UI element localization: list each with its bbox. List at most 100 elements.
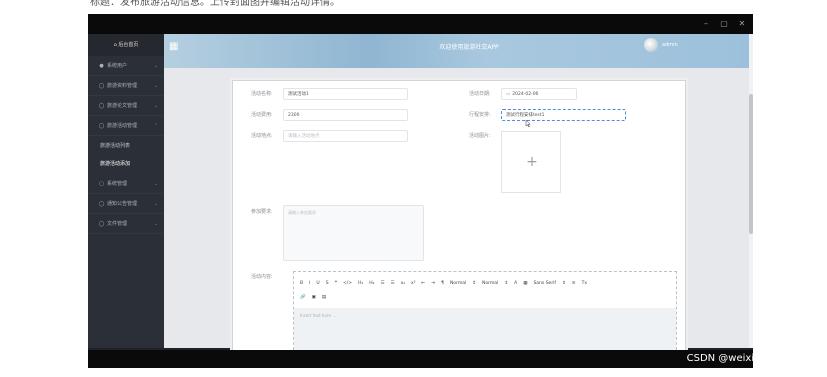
sidebar-item-notice-management[interactable]: ◯ 通知公告管理 ⌄ [88,194,164,214]
text-color-button[interactable]: A [514,281,517,286]
chevron-down-icon: ⌄ [153,221,158,227]
sidebar-item-label: 旅游论文管理 [107,103,138,109]
scrollbar-thumb[interactable] [749,94,753,234]
bottom-bar [88,350,753,368]
chevron-down-icon: ⌄ [153,83,158,89]
circle-icon: ◯ [98,221,105,227]
sidebar-item-system-management[interactable]: ▢ 系统管理 ⌄ [88,174,164,194]
label-activity-cost: 活动费用: [251,112,273,118]
chevron-down-icon: ⌄ [153,63,158,69]
circle-icon: ◯ [98,103,105,109]
sidebar-subitem-activity-add[interactable]: 旅游活动添加 [88,155,164,173]
label-itinerary: 行程安排: [469,112,491,118]
title-bar: – ▢ ✕ [88,14,753,34]
main-content: 活动名称: 测试活动1 活动日期: ▭ 2024-02-06 活动费用: 2300… [164,68,753,355]
mouse-cursor-icon [525,119,531,128]
sidebar-home[interactable]: ⌂ 后台首页 [88,34,164,56]
home-icon: ⌂ [113,42,117,48]
circle-icon: ◯ [98,201,105,207]
blockquote-button[interactable]: ❞ [335,281,337,286]
editor-toolbar-row-2: 🔗 ▣ ▤ [300,292,332,303]
header1-button[interactable]: H₁ [358,281,363,286]
requirements-textarea[interactable]: 请输入参加要求 [283,205,424,261]
code-block-button[interactable]: </> [343,281,352,286]
chevron-down-icon: ⌄ [153,201,158,207]
sidebar-home-label: 后台首页 [118,42,139,48]
activity-form-panel: 活动名称: 测试活动1 活动日期: ▭ 2024-02-06 活动费用: 2300… [232,80,686,355]
sidebar: ⌂ 后台首页 ● 系统用户 ⌄ ◯ 旅游资料管理 ⌄ ◯ 旅游论文管理 ⌄ ◯ 旅游活动… [88,34,164,348]
header-select-arrow-icon: ⇕ [504,281,509,286]
watermark: CSDN @weixin_ZYKJ985 [686,353,807,364]
sidebar-item-label: 旅游活动管理 [107,123,138,129]
outdent-button[interactable]: ⇤ [422,281,426,286]
close-button[interactable]: ✕ [735,17,749,31]
itinerary-input[interactable]: 测试行程安排test1 [501,109,626,121]
avatar[interactable] [644,38,658,52]
sidebar-item-travel-activities[interactable]: ◯ 旅游活动管理 ⌃ [88,116,164,136]
subscript-button[interactable]: x₂ [401,281,405,286]
image-icon[interactable]: ▣ [312,295,316,300]
sidebar-item-travel-data[interactable]: ◯ 旅游资料管理 ⌄ [88,76,164,96]
text-direction-button[interactable]: ¶ [441,281,444,286]
circle-icon: ◯ [98,123,105,129]
indent-button[interactable]: ⇥ [431,281,435,286]
underline-button[interactable]: U [316,281,319,286]
label-content: 活动内容: [251,274,273,280]
activity-date-input[interactable]: ▭ 2024-02-06 [501,88,577,100]
image-upload-box[interactable]: + [501,131,561,193]
label-activity-image: 活动图片: [469,133,491,139]
calendar-icon: ▭ [506,92,511,97]
header-select[interactable]: Normal [482,281,498,286]
activity-location-input[interactable]: 请输入活动地点 [283,130,408,142]
maximize-button[interactable]: ▢ [717,17,731,31]
editor-placeholder: Insert text here ... [300,313,337,318]
size-select-arrow-icon: ⇕ [472,281,477,286]
ordered-list-button[interactable]: ☰ [380,281,384,286]
font-select[interactable]: Sans Serif [533,281,556,286]
link-icon[interactable]: 🔗 [300,295,306,300]
strike-button[interactable]: S [326,281,329,286]
chevron-up-icon: ⌃ [153,123,158,129]
label-activity-date: 活动日期: [469,91,491,97]
background-color-button[interactable]: ▦ [523,281,527,286]
sidebar-item-file-management[interactable]: ◯ 文件管理 ⌄ [88,214,164,234]
app-window: – ▢ ✕ ⌂ 后台首页 ● 系统用户 ⌄ ◯ 旅游资料管理 ⌄ ◯ 旅游论文管理 ⌄… [88,14,753,368]
activity-name-input[interactable]: 测试活动1 [283,88,408,100]
square-icon: ▢ [99,181,104,187]
sidebar-item-system-users[interactable]: ● 系统用户 ⌄ [88,56,164,76]
font-select-arrow-icon: ⇕ [562,281,566,286]
bold-button[interactable]: B [300,281,303,286]
activity-cost-input[interactable]: 2300 [283,109,408,121]
clear-format-button[interactable]: Tx [582,281,587,286]
sidebar-item-travel-papers[interactable]: ◯ 旅游论文管理 ⌄ [88,96,164,116]
top-cut-text: 标题：发布旅游活动信息。上传封面图并编辑活动详情。 [90,0,340,6]
editor-text-area[interactable]: Insert text here ... [294,308,676,354]
activity-date-value: 2024-02-06 [512,92,539,97]
header2-button[interactable]: H₂ [369,281,374,286]
page-scrollbar[interactable] [749,34,753,348]
username[interactable]: admin [662,38,678,52]
menu-toggle-icon[interactable]: ▦ [169,42,179,52]
italic-button[interactable]: I [309,281,310,286]
chevron-down-icon: ⌄ [153,181,158,187]
align-button[interactable]: ≡ [572,281,576,286]
superscript-button[interactable]: x² [411,281,415,286]
sidebar-item-label: 旅游资料管理 [107,83,138,89]
label-requirements: 参加要求: [251,209,273,215]
video-icon[interactable]: ▤ [322,295,326,300]
editor-toolbar: B I U S ❞ </> H₁ H₂ ☰ ☰ x₂ x² ⇤ ⇥ ¶ Normal ⇕ Normal ⇕ A ▦ San… [294,272,676,309]
page-title: 欢迎使用旅游社交APP [439,44,499,51]
label-activity-name: 活动名称: [251,91,273,97]
chevron-down-icon: ⌄ [153,103,158,109]
rich-text-editor: B I U S ❞ </> H₁ H₂ ☰ ☰ x₂ x² ⇤ ⇥ ¶ Normal ⇕ Normal ⇕ A ▦ San… [293,271,677,355]
minimize-button[interactable]: – [699,17,713,31]
editor-toolbar-row-1: B I U S ❞ </> H₁ H₂ ☰ ☰ x₂ x² ⇤ ⇥ ¶ Normal ⇕ Normal ⇕ A ▦ San… [300,278,593,289]
bullet-list-button[interactable]: ☰ [391,281,395,286]
circle-icon: ◯ [98,83,105,89]
header-bar: ▦ 欢迎使用旅游社交APP admin [164,34,753,68]
sidebar-item-label: 文件管理 [107,221,128,227]
plus-icon: + [526,154,538,170]
sidebar-subitem-activity-list[interactable]: 旅游活动列表 [88,137,164,155]
user-icon: ● [99,63,104,69]
size-select[interactable]: Normal [450,281,466,286]
